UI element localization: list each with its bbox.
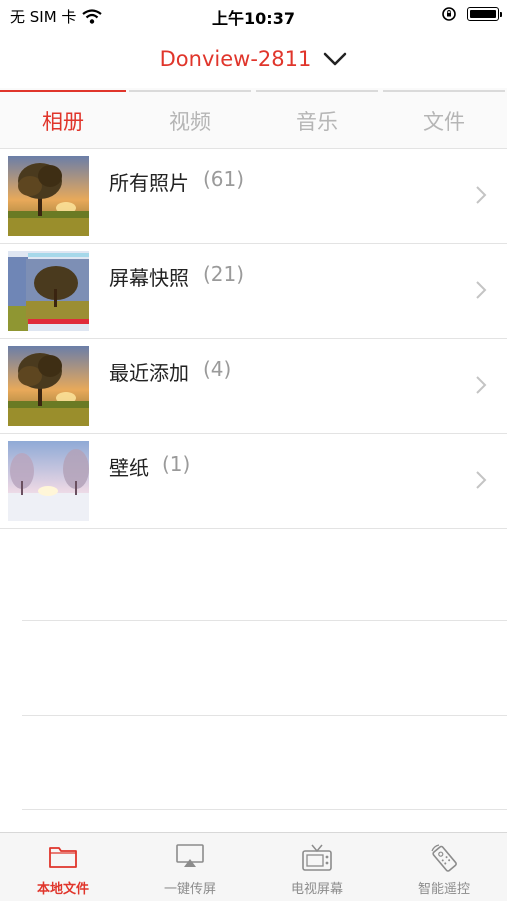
album-row-all-photos[interactable]: 所有照片 (61) [0, 149, 507, 244]
album-row-screenshots[interactable]: 屏幕快照 (21) [0, 244, 507, 339]
album-count: (4) [203, 357, 232, 381]
album-thumbnail [8, 156, 89, 236]
album-name: 最近添加 [109, 361, 189, 385]
chevron-down-icon [324, 52, 347, 66]
device-name: Donview-2811 [159, 47, 312, 71]
tab-label: 视频 [169, 110, 211, 134]
folder-icon [49, 847, 77, 868]
album-name: 壁纸 [109, 456, 149, 480]
category-tabs: 相册 视频 音乐 文件 [0, 88, 507, 149]
album-count: (21) [203, 262, 245, 286]
tab-label: 智能遥控 [417, 882, 470, 897]
tab-label: 本地文件 [36, 882, 89, 897]
status-bar: 无 SIM 卡 上午10:37 [0, 0, 507, 30]
album-name: 所有照片 [109, 171, 189, 195]
tv-icon [302, 844, 332, 871]
airplay-icon [176, 844, 204, 867]
tab-label: 相册 [42, 110, 84, 134]
tab-videos[interactable]: 视频 [127, 88, 253, 148]
album-row-recently-added[interactable]: 最近添加 (4) [0, 339, 507, 434]
orientation-lock-icon [442, 7, 456, 21]
status-time: 上午10:37 [212, 9, 295, 28]
remote-icon [431, 844, 457, 872]
chevron-right-icon [476, 471, 487, 489]
album-name: 屏幕快照 [109, 266, 189, 290]
tab-label: 文件 [423, 110, 465, 134]
tab-tv-screen[interactable]: 电视屏幕 [254, 833, 380, 901]
album-thumbnail [8, 441, 89, 521]
tab-indicator [129, 90, 251, 92]
status-right [441, 6, 502, 22]
tab-indicator [383, 90, 505, 92]
divider [22, 809, 507, 810]
album-row-wallpapers[interactable]: 壁纸 (1) [0, 434, 507, 529]
tab-albums[interactable]: 相册 [0, 88, 126, 148]
album-thumbnail [8, 251, 89, 331]
tab-label: 音乐 [296, 110, 338, 134]
tab-indicator [256, 90, 378, 92]
chevron-right-icon [476, 281, 487, 299]
bottom-tab-bar: 本地文件 一键传屏 电视屏幕 智能遥控 [0, 832, 507, 901]
battery-icon [467, 7, 502, 21]
tab-label: 一键传屏 [163, 882, 216, 897]
album-count: (1) [162, 452, 191, 476]
device-selector[interactable]: Donview-2811 [0, 30, 507, 88]
tab-music[interactable]: 音乐 [254, 88, 380, 148]
album-thumbnail [8, 346, 89, 426]
tab-label: 电视屏幕 [290, 882, 343, 897]
tab-local-files[interactable]: 本地文件 [0, 833, 126, 901]
tab-indicator [0, 90, 126, 92]
album-list: 所有照片 (61) 屏幕快照 (21) 最近添加 (4) 壁纸 (1) [0, 149, 507, 529]
divider [22, 620, 507, 621]
chevron-right-icon [476, 186, 487, 204]
tab-screen-cast[interactable]: 一键传屏 [127, 833, 253, 901]
divider [22, 715, 507, 716]
tab-smart-remote[interactable]: 智能遥控 [381, 833, 507, 901]
tab-files[interactable]: 文件 [381, 88, 507, 148]
chevron-right-icon [476, 376, 487, 394]
album-count: (61) [203, 167, 245, 191]
